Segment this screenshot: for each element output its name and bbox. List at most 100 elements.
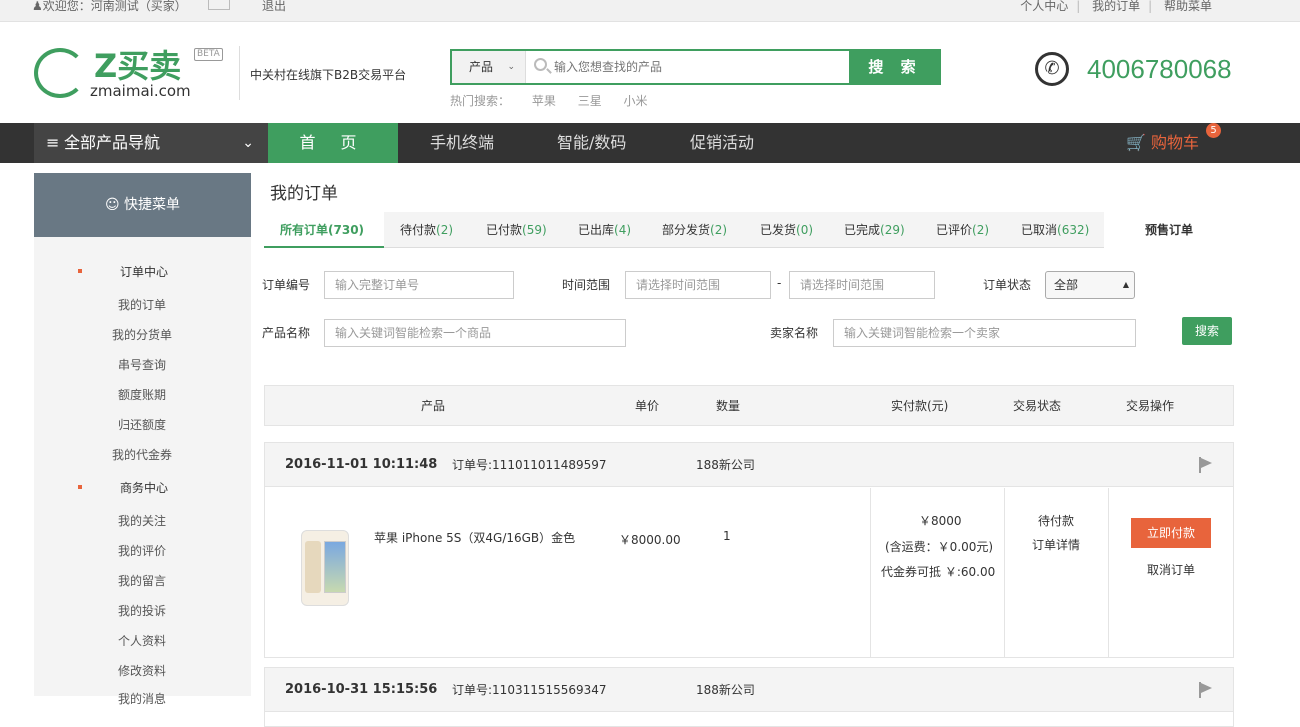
order-status-select[interactable]: 全部 ▲ <box>1045 271 1135 299</box>
sidebar-item-profile[interactable]: 个人资料 <box>118 632 166 649</box>
site-logo[interactable]: Z买卖 BETA zmaimai.com <box>34 47 230 100</box>
sidebar: ☺ 快捷菜单 订单中心 我的订单 我的分货单 串号查询 额度账期 归还额度 我的… <box>34 173 251 706</box>
sidebar-item-my-messages[interactable]: 我的留言 <box>118 572 166 589</box>
cart-link[interactable]: 🛒 购物车 5 <box>1126 123 1221 163</box>
pay-now-button[interactable]: 立即付款 <box>1131 518 1211 548</box>
order-no-input[interactable]: 输入完整订单号 <box>324 271 514 299</box>
col-product: 产品 <box>421 399 446 413</box>
tab-label: 所有订单 <box>280 223 329 237</box>
top-bar: ♟欢迎您：河南测试（买家） 退出 个人中心 | 我的订单 | 帮助菜单 <box>0 0 1300 22</box>
beta-badge: BETA <box>194 48 223 61</box>
col-trade-actions: 交易操作 <box>1126 399 1175 413</box>
sidebar-item-delivery-notes[interactable]: 我的分货单 <box>112 326 172 343</box>
tab-count: (4) <box>614 223 632 237</box>
search-category-select[interactable]: 产品 ⌄ <box>452 51 526 83</box>
sidebar-item-credit-terms[interactable]: 额度账期 <box>118 386 166 403</box>
all-categories-menu[interactable]: ≡ 全部产品导航 ⌄ <box>34 123 268 163</box>
tab-partially-shipped[interactable]: 部分发货(2) <box>662 212 727 248</box>
unit-price: ￥8000.00 <box>619 533 681 547</box>
order-time: 2016-11-01 10:11:48 <box>285 457 438 472</box>
sidebar-item-edit-profile[interactable]: 修改资料 <box>118 662 166 679</box>
chevron-down-icon: ⌄ <box>242 135 254 151</box>
sidebar-item-return-credit[interactable]: 归还额度 <box>118 416 166 433</box>
order-card: 2016-10-31 15:15:56 订单号:110311515569347 … <box>264 667 1234 727</box>
hot-search-item[interactable]: 小米 <box>624 94 648 108</box>
order-status-label: 订单状态 <box>983 278 1032 292</box>
tab-label: 已出库 <box>578 223 615 237</box>
col-quantity: 数量 <box>716 399 741 413</box>
menu-icon: ≡ <box>46 133 60 152</box>
tab-label: 已发货 <box>760 223 797 237</box>
search-button[interactable]: 搜 索 <box>849 49 941 85</box>
tab-reviewed[interactable]: 已评价(2) <box>936 212 989 248</box>
filter-search-button[interactable]: 搜索 <box>1182 317 1232 345</box>
product-name-label: 产品名称 <box>262 326 311 340</box>
slogan: 中关村在线旗下B2B交易平台 <box>250 68 407 82</box>
table-header: 产品 单价 数量 实付款(元) 交易状态 交易操作 <box>264 385 1234 426</box>
sidebar-header: ☺ 快捷菜单 <box>34 173 251 237</box>
order-body: 苹果 iPhone 5S（双4G/16GB）金色 ￥8000.00 1 ￥800… <box>265 488 1233 658</box>
tab-completed[interactable]: 已完成(29) <box>844 212 905 248</box>
nav-smart-digital[interactable]: 智能/数码 <box>557 123 626 163</box>
tab-pending-payment[interactable]: 待付款(2) <box>400 212 453 248</box>
separator: | <box>1148 0 1153 13</box>
time-end-input[interactable]: 请选择时间范围 <box>789 271 935 299</box>
link-my-orders[interactable]: 我的订单 <box>1092 0 1140 13</box>
sidebar-group-order-center[interactable]: 订单中心 <box>77 263 168 280</box>
main-nav: ≡ 全部产品导航 ⌄ 首 页 手机终端 智能/数码 促销活动 🛒 购物车 5 <box>0 123 1300 163</box>
cancel-order-link[interactable]: 取消订单 <box>1147 561 1195 578</box>
user-icon: ☺ <box>104 197 120 213</box>
tab-count: (2) <box>436 223 454 237</box>
divider <box>870 488 871 658</box>
tab-cancelled[interactable]: 已取消(632) <box>1021 212 1089 248</box>
seller-name[interactable]: 188新公司 <box>696 443 755 487</box>
tab-paid[interactable]: 已付款(59) <box>486 212 547 248</box>
tab-all-orders[interactable]: 所有订单(730) <box>264 212 384 248</box>
header: Z买卖 BETA zmaimai.com 中关村在线旗下B2B交易平台 产品 ⌄ … <box>0 22 1300 123</box>
link-personal-center[interactable]: 个人中心 <box>1020 0 1068 13</box>
product-image[interactable] <box>301 530 349 606</box>
shipping-fee: (含运费：￥0.00元) <box>885 540 994 554</box>
welcome-label: 欢迎您：河南测试（买家） <box>42 0 187 13</box>
nav-promotions[interactable]: 促销活动 <box>690 123 754 163</box>
link-help-menu[interactable]: 帮助菜单 <box>1164 0 1212 13</box>
nav-phones[interactable]: 手机终端 <box>430 123 494 163</box>
tab-count: (2) <box>710 223 728 237</box>
search-input[interactable] <box>554 57 844 77</box>
tab-shipped[interactable]: 已发货(0) <box>760 212 813 248</box>
logo-brand: Z买卖 <box>94 47 182 85</box>
hot-search-label: 热门搜索： <box>450 94 511 108</box>
nav-home[interactable]: 首 页 <box>268 123 398 163</box>
product-title[interactable]: 苹果 iPhone 5S（双4G/16GB）金色 <box>374 529 575 546</box>
order-number: 订单号:111011011489597 <box>452 458 607 472</box>
hot-search-item[interactable]: 三星 <box>578 94 602 108</box>
logout-link[interactable]: 退出 <box>262 0 286 15</box>
seller-name-input[interactable]: 输入关键词智能检索一个卖家 <box>833 319 1136 347</box>
sidebar-item-my-vouchers[interactable]: 我的代金券 <box>112 446 172 463</box>
sidebar-item-my-follows[interactable]: 我的关注 <box>118 512 166 529</box>
hot-search: 热门搜索： 苹果 三星 小米 <box>450 92 666 109</box>
sidebar-item-my-reviews[interactable]: 我的评价 <box>118 542 166 559</box>
product-name-input[interactable]: 输入关键词智能检索一个商品 <box>324 319 626 347</box>
seller-name[interactable]: 188新公司 <box>696 668 755 712</box>
order-header: 2016-10-31 15:15:56 订单号:110311515569347 … <box>265 668 1233 712</box>
time-range-label: 时间范围 <box>562 278 611 292</box>
sidebar-item-serial-query[interactable]: 串号查询 <box>118 356 166 373</box>
chevron-down-icon: ⌄ <box>507 62 515 72</box>
tab-out-of-stock[interactable]: 已出库(4) <box>578 212 631 248</box>
all-categories-label: 全部产品导航 <box>64 133 161 152</box>
order-status: 待付款 <box>1038 514 1075 528</box>
divider <box>1004 488 1005 658</box>
tab-presale[interactable]: 预售订单 <box>1104 212 1234 248</box>
order-detail-link[interactable]: 订单详情 <box>1032 536 1080 553</box>
time-start-input[interactable]: 请选择时间范围 <box>625 271 771 299</box>
mail-icon[interactable] <box>208 0 230 10</box>
sidebar-item-my-complaints[interactable]: 我的投诉 <box>118 602 166 619</box>
separator: | <box>1076 0 1081 13</box>
sidebar-item-my-orders[interactable]: 我的订单 <box>118 296 166 313</box>
tab-label: 已取消 <box>1021 223 1058 237</box>
sidebar-item-notifications[interactable]: 我的消息 <box>118 690 166 707</box>
hot-search-item[interactable]: 苹果 <box>532 94 556 108</box>
sidebar-group-business-center[interactable]: 商务中心 <box>77 479 168 496</box>
flag-icon[interactable] <box>1199 457 1213 473</box>
